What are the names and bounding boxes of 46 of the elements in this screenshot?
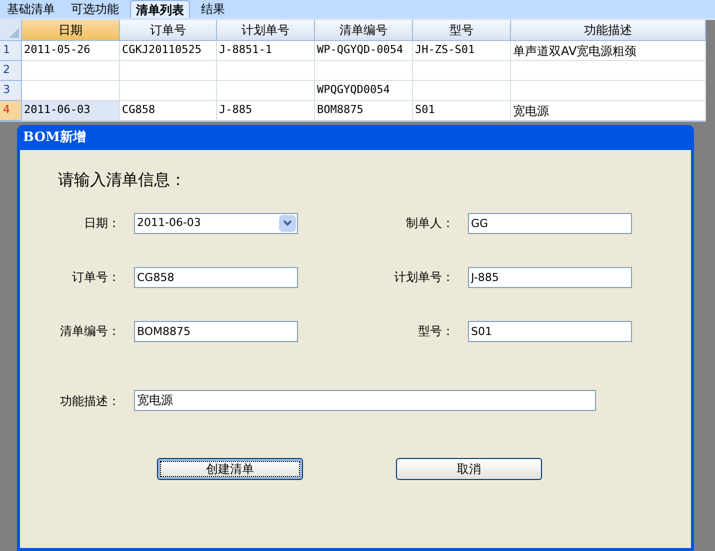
- table-cell: WPQGYQD0054: [315, 81, 413, 101]
- field-label: 清单编号：: [59, 323, 120, 340]
- row-header[interactable]: 3: [0, 81, 22, 101]
- column-header[interactable]: 功能描述: [511, 20, 706, 41]
- table-cell: JH-ZS-S01: [413, 41, 511, 61]
- dialog-button[interactable]: 创建清单: [157, 458, 303, 480]
- field-label: 功能描述：: [59, 392, 120, 410]
- input-field[interactable]: BOM8875: [134, 320, 298, 342]
- tab[interactable]: 结果: [196, 0, 230, 18]
- select-all-icon: [9, 28, 19, 38]
- dialog-button[interactable]: 取消: [396, 458, 542, 480]
- table-cell: J-8851-1: [217, 41, 315, 61]
- row-header[interactable]: 4: [0, 101, 22, 121]
- table-cell: CGKJ20110525: [120, 41, 217, 61]
- description-field[interactable]: 宽电源: [134, 390, 596, 411]
- field-label: 订单号：: [71, 269, 120, 286]
- table-cell: CG858: [120, 101, 217, 121]
- field-label: 制单人：: [405, 215, 454, 232]
- table-cell: BOM8875: [315, 101, 413, 121]
- input-field[interactable]: GG: [468, 212, 632, 234]
- table-cell: S01: [413, 101, 511, 121]
- tab[interactable]: 可选功能: [66, 0, 124, 18]
- input-field[interactable]: S01: [468, 320, 632, 342]
- table-cell: WP-QGYQD-0054: [315, 41, 413, 61]
- date-dropdown[interactable]: 2011-06-03: [134, 212, 298, 234]
- input-field[interactable]: CG858: [134, 266, 298, 288]
- field-label: 日期：: [83, 215, 120, 232]
- column-header[interactable]: 清单编号: [315, 20, 413, 41]
- column-header[interactable]: 计划单号: [217, 20, 315, 41]
- tab[interactable]: 基础清单: [2, 0, 60, 18]
- row-header[interactable]: 1: [0, 41, 22, 61]
- column-header[interactable]: 型号: [413, 20, 511, 41]
- chevron-down-icon: [279, 214, 296, 232]
- field-label: 型号：: [417, 323, 454, 340]
- dialog-title: BOM新增: [22, 128, 87, 147]
- field-label: 计划单号：: [393, 269, 454, 286]
- column-header[interactable]: 日期: [22, 20, 120, 41]
- table-cell: J-885: [217, 101, 315, 121]
- table-cell: 2011-05-26: [22, 41, 120, 61]
- dialog-heading: 请输入清单信息：: [58, 169, 187, 191]
- table-cell: 宽电源: [511, 101, 706, 121]
- column-header[interactable]: 订单号: [120, 20, 217, 41]
- row-header[interactable]: 2: [0, 61, 22, 81]
- table-cell: 单声道双AV宽电源粗颈: [511, 41, 706, 61]
- tab[interactable]: 清单列表: [130, 0, 190, 18]
- table-cell: 2011-06-03: [22, 101, 120, 121]
